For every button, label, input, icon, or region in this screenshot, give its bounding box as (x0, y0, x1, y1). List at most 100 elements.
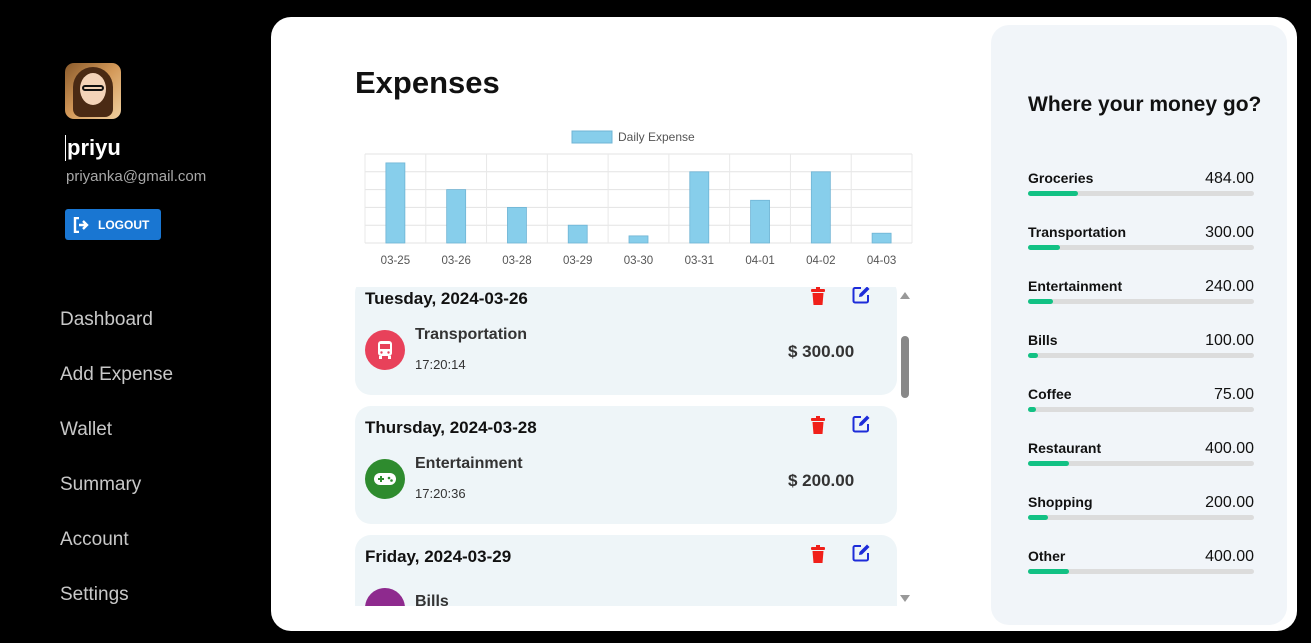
x-tick-label: 04-03 (867, 255, 896, 267)
chart-bar (385, 162, 406, 244)
chart-bar (507, 207, 527, 244)
expense-category: Bills (415, 593, 449, 606)
scroll-thumb[interactable] (901, 336, 909, 398)
scroll-down-arrow-icon[interactable] (900, 595, 910, 602)
delete-icon[interactable] (810, 545, 826, 563)
summary-row-shopping: Shopping 200.00 (1028, 494, 1254, 524)
edit-icon[interactable] (852, 414, 871, 433)
chart-bar (628, 235, 649, 244)
summary-category-value: 484.00 (1205, 170, 1254, 187)
summary-category-value: 300.00 (1205, 224, 1254, 241)
expense-category: Entertainment (415, 455, 523, 472)
edit-icon[interactable] (852, 543, 871, 562)
summary-category-name: Other (1028, 548, 1066, 564)
expense-time: 17:20:36 (415, 486, 466, 501)
summary-row-entertainment: Entertainment 240.00 (1028, 278, 1254, 308)
progress-fill (1028, 245, 1060, 250)
day-title: Friday, 2024-03-29 (365, 547, 512, 566)
chart-bar (446, 189, 467, 244)
summary-category-name: Shopping (1028, 494, 1093, 510)
bills-icon (365, 588, 405, 606)
progress-fill (1028, 461, 1069, 466)
gamepad-icon (365, 459, 405, 499)
legend-swatch (571, 130, 613, 144)
progress-fill (1028, 353, 1039, 358)
expense-day-card: Friday, 2024-03-29 Bills (355, 535, 897, 606)
summary-category-name: Restaurant (1028, 440, 1102, 456)
progress-fill (1028, 191, 1078, 196)
summary-title: Where your money go? (1028, 93, 1262, 116)
progress-track (1028, 515, 1254, 520)
sidebar-item-settings[interactable]: Settings (60, 580, 173, 635)
expense-category: Transportation (415, 326, 528, 343)
scroll-up-arrow-icon[interactable] (900, 292, 910, 299)
summary-row-restaurant: Restaurant 400.00 (1028, 440, 1254, 470)
chart-bar (689, 171, 710, 244)
summary-category-name: Groceries (1028, 170, 1094, 186)
sidebar-item-summary[interactable]: Summary (60, 470, 173, 525)
legend-label: Daily Expense (618, 130, 695, 144)
summary-category-name: Transportation (1028, 224, 1127, 240)
chart-bar (810, 171, 831, 244)
chart-bar (750, 199, 770, 244)
progress-fill (1028, 299, 1053, 304)
expense-day-card: Tuesday, 2024-03-26 Transportation 17:20… (355, 287, 897, 395)
expense-day-card: Thursday, 2024-03-28 Entertainment 17:20… (355, 406, 897, 524)
avatar[interactable] (65, 63, 121, 119)
x-tick-label: 03-29 (563, 255, 592, 267)
sidebar-nav: Dashboard Add Expense Wallet Summary Acc… (60, 305, 173, 635)
logout-label: LOGOUT (98, 217, 150, 232)
summary-row-coffee: Coffee 75.00 (1028, 386, 1254, 416)
username: priyu (65, 135, 121, 161)
summary-category-value: 400.00 (1205, 548, 1254, 565)
summary-category-name: Coffee (1028, 386, 1072, 402)
expense-amount: $ 200.00 (788, 471, 855, 490)
x-tick-label: 03-26 (441, 255, 470, 267)
progress-track (1028, 245, 1254, 250)
delete-icon[interactable] (810, 287, 826, 305)
progress-track (1028, 191, 1254, 196)
expense-amount: $ 300.00 (788, 342, 855, 361)
bus-icon (365, 330, 405, 370)
sidebar-item-dashboard[interactable]: Dashboard (60, 305, 173, 360)
progress-track (1028, 353, 1254, 358)
user-email: priyanka@gmail.com (66, 168, 207, 185)
page-title: Expenses (355, 65, 500, 100)
x-tick-label: 04-01 (745, 255, 774, 267)
progress-fill (1028, 569, 1069, 574)
logout-button[interactable]: LOGOUT (65, 209, 161, 240)
edit-icon[interactable] (852, 287, 871, 304)
delete-icon[interactable] (810, 416, 826, 434)
progress-track (1028, 407, 1254, 412)
expense-list-scrollbar[interactable] (898, 292, 912, 602)
progress-track (1028, 569, 1254, 574)
progress-fill (1028, 515, 1049, 520)
summary-category-value: 100.00 (1205, 332, 1254, 349)
spending-summary-panel: Where your money go? Groceries 484.00 Tran… (991, 25, 1287, 625)
chart-bar (567, 224, 588, 244)
day-title: Tuesday, 2024-03-26 (365, 289, 528, 308)
logout-icon (73, 216, 89, 233)
x-tick-label: 03-31 (685, 255, 714, 267)
sidebar-item-add-expense[interactable]: Add Expense (60, 360, 173, 415)
sidebar-item-wallet[interactable]: Wallet (60, 415, 173, 470)
summary-category-name: Entertainment (1028, 278, 1123, 294)
summary-row-groceries: Groceries 484.00 (1028, 170, 1254, 200)
day-title: Thursday, 2024-03-28 (365, 418, 537, 437)
x-tick-label: 03-30 (624, 255, 653, 267)
summary-category-value: 200.00 (1205, 494, 1254, 511)
summary-category-value: 400.00 (1205, 440, 1254, 457)
progress-fill (1028, 407, 1036, 412)
summary-row-other: Other 400.00 (1028, 548, 1254, 578)
main-panel: Expenses Daily Expense 03-25 03-26 03-28 03-… (271, 17, 1297, 631)
summary-category-value: 75.00 (1213, 386, 1254, 403)
x-tick-label: 03-25 (381, 255, 410, 267)
chart-bar (871, 232, 892, 244)
sidebar-item-account[interactable]: Account (60, 525, 173, 580)
daily-expense-chart: Daily Expense 03-25 03-26 03-28 03-29 03-30 03… (364, 130, 913, 267)
expense-list: Tuesday, 2024-03-26 Transportation 17:20… (355, 287, 915, 606)
x-tick-label: 04-02 (806, 255, 835, 267)
progress-track (1028, 461, 1254, 466)
summary-category-value: 240.00 (1205, 278, 1254, 295)
x-tick-label: 03-28 (502, 255, 531, 267)
